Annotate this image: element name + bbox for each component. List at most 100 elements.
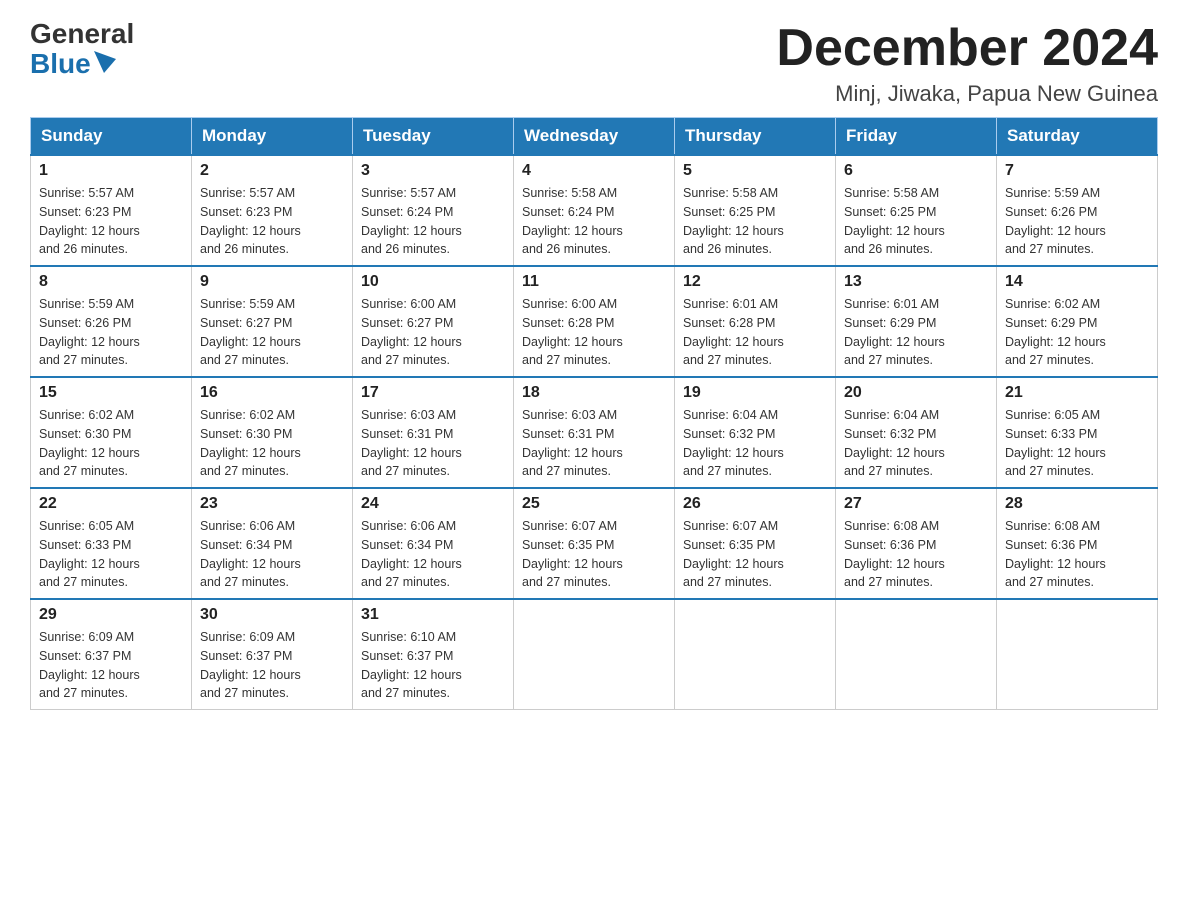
day-number: 10	[361, 273, 505, 291]
table-cell: 19 Sunrise: 6:04 AMSunset: 6:32 PMDayligh…	[675, 377, 836, 488]
day-number: 8	[39, 273, 183, 291]
day-info: Sunrise: 6:08 AMSunset: 6:36 PMDaylight:…	[1005, 517, 1149, 592]
table-cell: 23Sunrise: 6:06 AMSunset: 6:34 PMDayligh…	[192, 488, 353, 599]
title-block: December 2024 Minj, Jiwaka, Papua New Gu…	[776, 20, 1158, 107]
day-number: 17	[361, 384, 505, 402]
calendar-title: December 2024	[776, 20, 1158, 77]
day-number: 26	[683, 495, 827, 513]
day-number: 1	[39, 162, 183, 180]
table-cell: 6 Sunrise: 5:58 AMSunset: 6:25 PMDaylight…	[836, 155, 997, 266]
page-header: General Blue December 2024 Minj, Jiwaka,…	[30, 20, 1158, 107]
logo-general-text: General	[30, 20, 134, 48]
table-cell	[675, 599, 836, 710]
day-info: Sunrise: 6:00 AMSunset: 6:28 PMDaylight:…	[522, 295, 666, 370]
header-friday: Friday	[836, 118, 997, 156]
table-cell: 22Sunrise: 6:05 AMSunset: 6:33 PMDayligh…	[31, 488, 192, 599]
day-number: 30	[200, 606, 344, 624]
table-cell: 9 Sunrise: 5:59 AMSunset: 6:27 PMDaylight…	[192, 266, 353, 377]
day-number: 14	[1005, 273, 1149, 291]
table-cell: 12 Sunrise: 6:01 AMSunset: 6:28 PMDayligh…	[675, 266, 836, 377]
week-row-2: 8Sunrise: 5:59 AMSunset: 6:26 PMDaylight…	[31, 266, 1158, 377]
table-cell: 31 Sunrise: 6:10 AMSunset: 6:37 PMDayligh…	[353, 599, 514, 710]
day-number: 31	[361, 606, 505, 624]
header-monday: Monday	[192, 118, 353, 156]
table-cell: 27 Sunrise: 6:08 AMSunset: 6:36 PMDayligh…	[836, 488, 997, 599]
day-info: Sunrise: 5:58 AMSunset: 6:25 PMDaylight:…	[844, 184, 988, 259]
header-sunday: Sunday	[31, 118, 192, 156]
day-info: Sunrise: 6:07 AMSunset: 6:35 PMDaylight:…	[683, 517, 827, 592]
weekday-header-row: Sunday Monday Tuesday Wednesday Thursday…	[31, 118, 1158, 156]
table-cell: 25Sunrise: 6:07 AMSunset: 6:35 PMDayligh…	[514, 488, 675, 599]
day-info: Sunrise: 6:01 AMSunset: 6:29 PMDaylight:…	[844, 295, 988, 370]
day-number: 27	[844, 495, 988, 513]
day-info: Sunrise: 6:01 AMSunset: 6:28 PMDaylight:…	[683, 295, 827, 370]
day-info: Sunrise: 5:58 AMSunset: 6:25 PMDaylight:…	[683, 184, 827, 259]
table-cell: 24 Sunrise: 6:06 AMSunset: 6:34 PMDayligh…	[353, 488, 514, 599]
day-number: 9	[200, 273, 344, 291]
day-info: Sunrise: 6:03 AMSunset: 6:31 PMDaylight:…	[361, 406, 505, 481]
day-number: 20	[844, 384, 988, 402]
day-info: Sunrise: 6:06 AMSunset: 6:34 PMDaylight:…	[361, 517, 505, 592]
day-info: Sunrise: 5:59 AMSunset: 6:26 PMDaylight:…	[1005, 184, 1149, 259]
day-info: Sunrise: 6:04 AMSunset: 6:32 PMDaylight:…	[844, 406, 988, 481]
day-number: 6	[844, 162, 988, 180]
day-number: 29	[39, 606, 183, 624]
day-number: 25	[522, 495, 666, 513]
header-saturday: Saturday	[997, 118, 1158, 156]
week-row-4: 22Sunrise: 6:05 AMSunset: 6:33 PMDayligh…	[31, 488, 1158, 599]
day-info: Sunrise: 5:57 AMSunset: 6:23 PMDaylight:…	[200, 184, 344, 259]
day-number: 12	[683, 273, 827, 291]
table-cell: 20 Sunrise: 6:04 AMSunset: 6:32 PMDayligh…	[836, 377, 997, 488]
table-cell: 28 Sunrise: 6:08 AMSunset: 6:36 PMDayligh…	[997, 488, 1158, 599]
day-info: Sunrise: 5:59 AMSunset: 6:27 PMDaylight:…	[200, 295, 344, 370]
table-cell: 16 Sunrise: 6:02 AMSunset: 6:30 PMDayligh…	[192, 377, 353, 488]
table-cell: 17 Sunrise: 6:03 AMSunset: 6:31 PMDayligh…	[353, 377, 514, 488]
day-number: 15	[39, 384, 183, 402]
table-cell: 14 Sunrise: 6:02 AMSunset: 6:29 PMDayligh…	[997, 266, 1158, 377]
day-info: Sunrise: 6:02 AMSunset: 6:30 PMDaylight:…	[200, 406, 344, 481]
day-number: 19	[683, 384, 827, 402]
day-number: 24	[361, 495, 505, 513]
day-info: Sunrise: 6:05 AMSunset: 6:33 PMDaylight:…	[39, 517, 183, 592]
table-cell: 1 Sunrise: 5:57 AMSunset: 6:23 PMDaylight…	[31, 155, 192, 266]
table-cell: 26 Sunrise: 6:07 AMSunset: 6:35 PMDayligh…	[675, 488, 836, 599]
day-info: Sunrise: 6:08 AMSunset: 6:36 PMDaylight:…	[844, 517, 988, 592]
table-cell: 15 Sunrise: 6:02 AMSunset: 6:30 PMDayligh…	[31, 377, 192, 488]
day-info: Sunrise: 6:02 AMSunset: 6:30 PMDaylight:…	[39, 406, 183, 481]
day-info: Sunrise: 5:57 AMSunset: 6:23 PMDaylight:…	[39, 184, 183, 259]
header-tuesday: Tuesday	[353, 118, 514, 156]
table-cell: 5Sunrise: 5:58 AMSunset: 6:25 PMDaylight…	[675, 155, 836, 266]
table-cell	[997, 599, 1158, 710]
day-info: Sunrise: 6:04 AMSunset: 6:32 PMDaylight:…	[683, 406, 827, 481]
calendar-location: Minj, Jiwaka, Papua New Guinea	[776, 81, 1158, 107]
day-number: 11	[522, 273, 666, 291]
day-number: 2	[200, 162, 344, 180]
day-info: Sunrise: 6:05 AMSunset: 6:33 PMDaylight:…	[1005, 406, 1149, 481]
day-info: Sunrise: 6:06 AMSunset: 6:34 PMDaylight:…	[200, 517, 344, 592]
table-cell: 7 Sunrise: 5:59 AMSunset: 6:26 PMDaylight…	[997, 155, 1158, 266]
table-cell: 18 Sunrise: 6:03 AMSunset: 6:31 PMDayligh…	[514, 377, 675, 488]
table-cell: 29 Sunrise: 6:09 AMSunset: 6:37 PMDayligh…	[31, 599, 192, 710]
table-cell: 4Sunrise: 5:58 AMSunset: 6:24 PMDaylight…	[514, 155, 675, 266]
table-cell: 21Sunrise: 6:05 AMSunset: 6:33 PMDayligh…	[997, 377, 1158, 488]
logo-triangle-icon	[94, 51, 116, 73]
day-number: 7	[1005, 162, 1149, 180]
table-cell: 13Sunrise: 6:01 AMSunset: 6:29 PMDayligh…	[836, 266, 997, 377]
day-info: Sunrise: 6:10 AMSunset: 6:37 PMDaylight:…	[361, 628, 505, 703]
header-thursday: Thursday	[675, 118, 836, 156]
week-row-3: 15 Sunrise: 6:02 AMSunset: 6:30 PMDayligh…	[31, 377, 1158, 488]
logo-blue-text: Blue	[30, 48, 91, 80]
table-cell: 10Sunrise: 6:00 AMSunset: 6:27 PMDayligh…	[353, 266, 514, 377]
day-number: 28	[1005, 495, 1149, 513]
calendar-table: Sunday Monday Tuesday Wednesday Thursday…	[30, 117, 1158, 710]
logo: General Blue	[30, 20, 134, 80]
day-info: Sunrise: 6:03 AMSunset: 6:31 PMDaylight:…	[522, 406, 666, 481]
day-info: Sunrise: 6:09 AMSunset: 6:37 PMDaylight:…	[39, 628, 183, 703]
day-number: 16	[200, 384, 344, 402]
table-cell: 11 Sunrise: 6:00 AMSunset: 6:28 PMDayligh…	[514, 266, 675, 377]
day-info: Sunrise: 6:09 AMSunset: 6:37 PMDaylight:…	[200, 628, 344, 703]
day-number: 4	[522, 162, 666, 180]
day-info: Sunrise: 6:02 AMSunset: 6:29 PMDaylight:…	[1005, 295, 1149, 370]
day-number: 18	[522, 384, 666, 402]
week-row-5: 29 Sunrise: 6:09 AMSunset: 6:37 PMDayligh…	[31, 599, 1158, 710]
